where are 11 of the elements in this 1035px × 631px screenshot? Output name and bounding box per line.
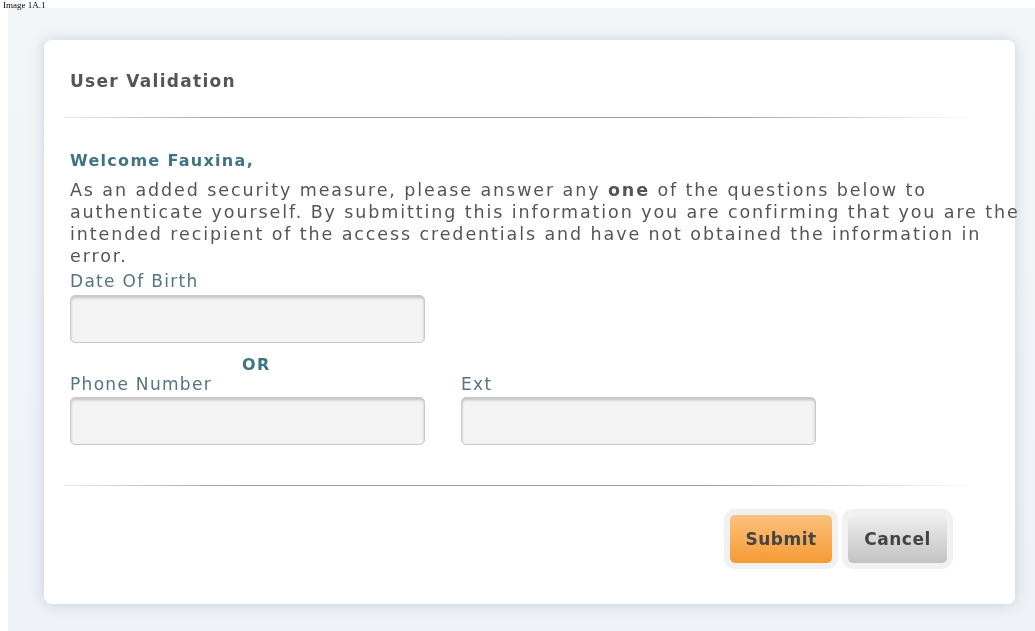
greeting-text: Welcome Fauxina, bbox=[70, 151, 255, 170]
input-field[interactable] bbox=[70, 295, 425, 343]
input-field[interactable] bbox=[461, 397, 816, 445]
dialog-title: User Validation bbox=[70, 71, 236, 91]
field-label: Date Of Birth bbox=[70, 271, 199, 291]
field-label: Ext bbox=[461, 374, 493, 394]
separator-text: OR bbox=[242, 355, 271, 374]
image-caption: Image 1A.1 bbox=[3, 0, 46, 10]
field-label: Phone Number bbox=[70, 374, 212, 394]
input-field[interactable] bbox=[70, 397, 425, 445]
instructions-text: As an added security measure, please answer any one of the questions below to authenticate yourself. By submitting this information you are confirming that you are the intended recipient of the access credentials and have not obtained the information in error. bbox=[70, 179, 1021, 267]
